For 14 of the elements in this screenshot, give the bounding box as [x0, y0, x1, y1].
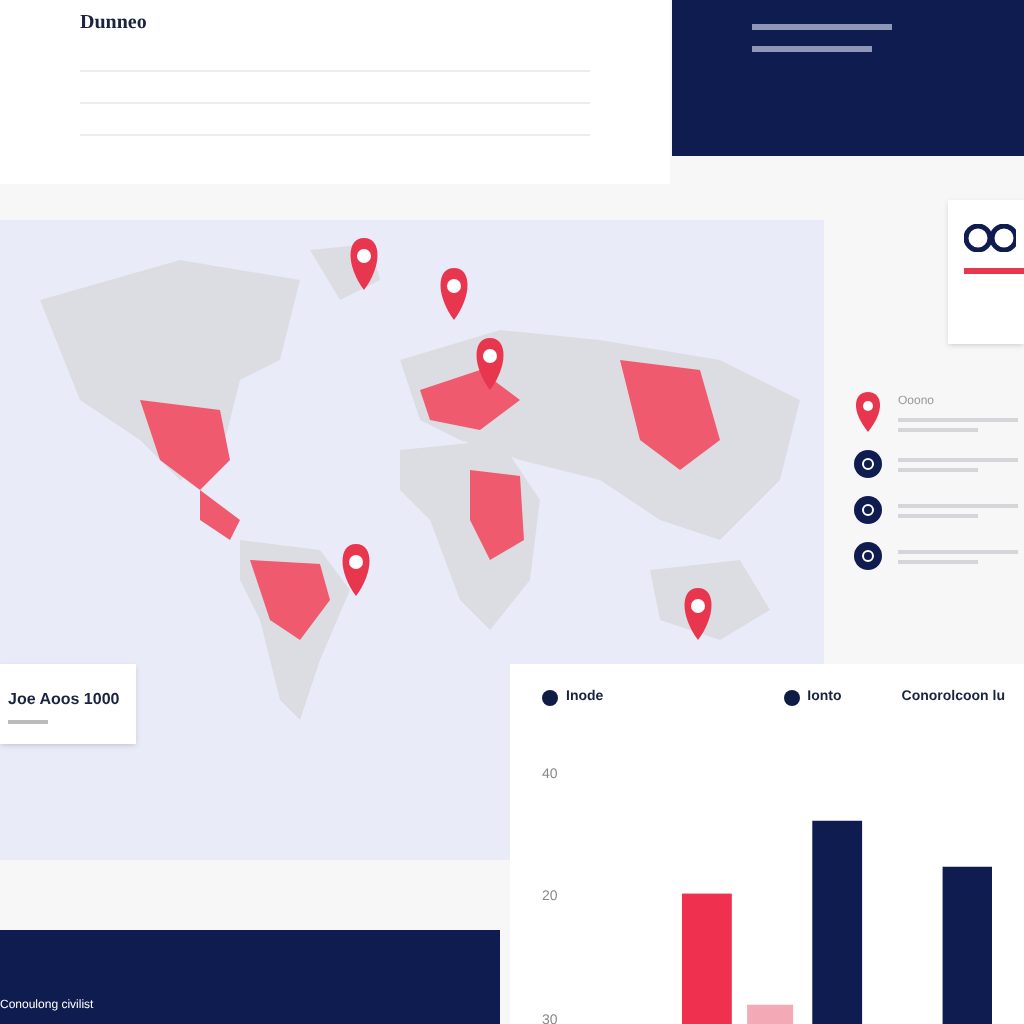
chart-bar [746, 1003, 793, 1024]
map-pin-icon [476, 338, 504, 390]
map-pin-icon [342, 544, 370, 596]
chart-bar [681, 892, 732, 1024]
logo-icon [964, 224, 1016, 252]
map-pin-icon [350, 238, 378, 290]
circle-icon [854, 496, 882, 524]
circle-icon [854, 450, 882, 478]
header-title: Dunneo [80, 10, 149, 38]
map-card-title: Joe Aoos 1000 [8, 688, 122, 712]
map-pin-icon [854, 392, 882, 432]
map-pin-icon [440, 268, 468, 320]
circle-icon [854, 542, 882, 570]
map-pin-icon [684, 588, 712, 640]
